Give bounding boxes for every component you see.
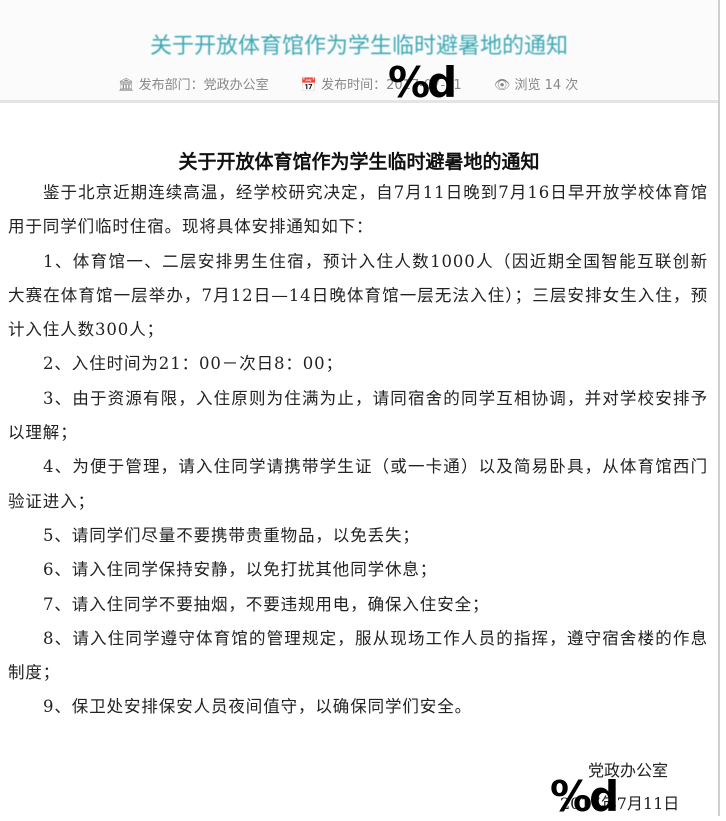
paragraph: 9、保卫处安排保安人员夜间值守，以确保同学们安全。: [43, 697, 472, 717]
watermark: %d: [388, 58, 457, 107]
department-label: 🏛 发布部门：党政办公室: [118, 78, 269, 93]
paragraph: 2、入住时间为21：00－次日8：00；: [43, 354, 343, 374]
paragraph: 7、请入住同学不要抽烟，不要违规用电，确保入住安全；: [43, 594, 490, 614]
document-body: 鉴于北京近期连续高温，经学校研究决定，自7月11日晚到7月16日早开放学校体育馆…: [8, 176, 708, 725]
web-header: 关于开放体育馆作为学生临时避暑地的通知 🏛 发布部门：党政办公室 📅 发布时间：…: [0, 0, 718, 100]
web-page-title: 关于开放体育馆作为学生临时避暑地的通知: [149, 34, 568, 59]
header-divider: [0, 100, 718, 103]
paragraph: 5、请同学们尽量不要携带贵重物品，以免丢失；: [43, 525, 420, 545]
article-meta: 🏛 发布部门：党政办公室 📅 发布时间：2017-07-11 👁 浏览 14 次: [118, 74, 606, 93]
watermark: %d: [550, 772, 619, 821]
document-title: 关于开放体育馆作为学生临时避暑地的通知: [178, 151, 540, 173]
page-border: [718, 0, 720, 816]
paragraph: 1、体育馆一、二层安排男生住宿，预计入住人数1000人（因近期全国智能互联创新大…: [8, 251, 708, 340]
paragraph: 3、由于资源有限，入住原则为住满为止，请同宿舍的同学互相协调，并对学校安排予以理…: [8, 388, 708, 443]
paragraph: 4、为便于管理，请入住同学请携带学生证（或一卡通）以及简易卧具，从体育馆西门验证…: [8, 457, 708, 511]
paragraph: 8、请入住同学遵守体育馆的管理规定，服从现场工作人员的指挥，遵守宿舍楼的作息制度…: [8, 628, 708, 683]
paragraph: 鉴于北京近期连续高温，经学校研究决定，自7月11日晚到7月16日早开放学校体育馆…: [8, 183, 708, 237]
views-label: 👁 浏览 14 次: [493, 78, 579, 93]
paragraph: 6、请入住同学保持安静，以免打扰其他同学休息；: [43, 560, 438, 580]
